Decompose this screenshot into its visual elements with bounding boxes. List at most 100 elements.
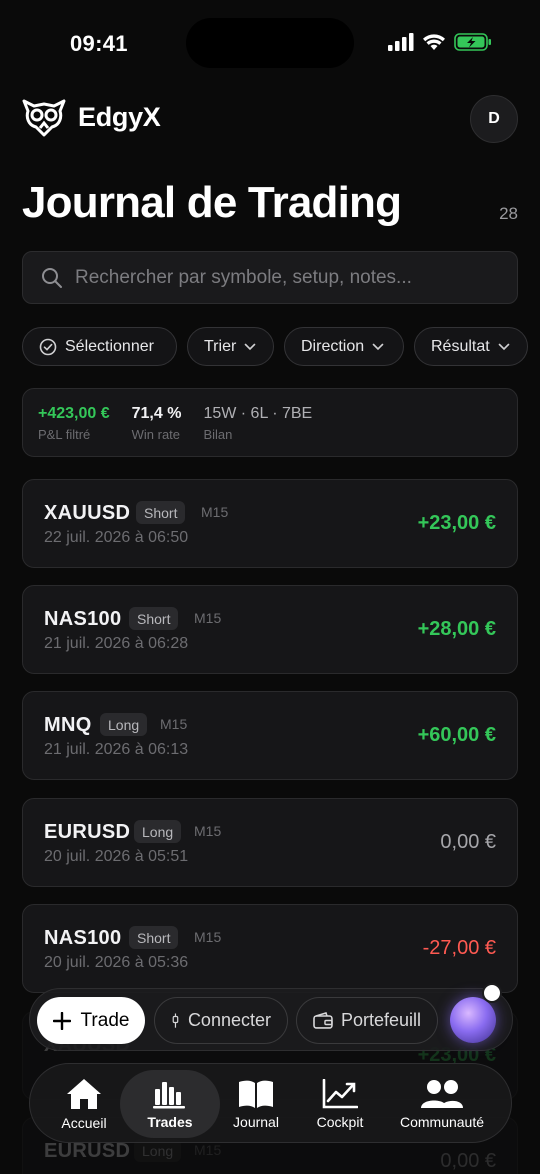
trade-date: 20 juil. 2026 à 05:51 [44,848,189,865]
chevron-down-icon [498,343,510,350]
direction-badge: Short [129,926,179,949]
trade-card[interactable]: NAS100 Short M15 21 juil. 2026 à 06:28 +… [22,585,518,674]
timeframe-label: M15 [201,504,229,520]
assistant-orb-button[interactable] [450,997,496,1043]
search-input[interactable]: Rechercher par symbole, setup, notes... [22,251,518,304]
trade-date: 21 juil. 2026 à 06:28 [44,635,189,652]
stats-summary: +423,00 € P&L filtré 71,4 % Win rate 15W… [22,388,518,457]
result-label: Résultat [431,337,490,355]
home-icon [67,1078,101,1109]
timeframe-label: M15 [194,610,222,626]
pnl-label: P&L filtré [38,427,91,442]
select-button[interactable]: Sélectionner [22,327,177,366]
tab-home-label: Accueil [61,1114,107,1131]
tab-journal[interactable]: Journal [220,1070,292,1138]
status-time: 09:41 [70,31,128,56]
direction-badge: Long [134,820,182,843]
logo[interactable]: EdgyX [22,95,161,139]
record-label: Bilan [203,427,233,442]
direction-badge: Short [129,607,179,630]
notification-dot [482,983,502,1003]
sort-label: Trier [204,337,237,355]
app-header: EdgyX D [22,95,518,143]
filter-bar: Sélectionner Trier Direction Résultat [22,327,528,366]
trend-chart-icon [322,1078,358,1108]
tab-trades[interactable]: Trades [120,1070,220,1138]
portfolio-label: Portefeuill [340,1010,421,1030]
trade-pnl: +28,00 € [417,618,496,640]
page-title: Journal de Trading [22,178,402,227]
tab-home[interactable]: Accueil [48,1070,120,1138]
status-icons [388,33,492,51]
book-icon [239,1080,273,1108]
direction-badge: Long [100,713,148,736]
users-icon [421,1079,463,1108]
chevron-down-icon [372,343,384,350]
trade-date: 22 juil. 2026 à 06:50 [44,529,189,546]
wallet-icon [313,1011,333,1029]
connect-label: Connecter [187,1010,271,1030]
tab-trades-label: Trades [147,1113,193,1130]
trade-count: 28 [499,204,518,223]
trade-pnl: 0,00 € [440,831,496,853]
sort-dropdown[interactable]: Trier [187,327,274,366]
timeframe-label: M15 [160,716,188,732]
direction-label: Direction [301,337,365,355]
search-icon [42,267,62,288]
tab-bar: Accueil Trades Journal Cockpit Communaut… [29,1063,512,1143]
portfolio-button[interactable]: Portefeuill [296,997,438,1044]
trade-symbol: EURUSD [44,821,131,843]
timeframe-label: M15 [194,823,222,839]
status-bar: 09:41 [0,0,540,88]
plus-icon [52,1011,71,1030]
add-trade-label: Trade [80,1009,130,1031]
trade-pnl: +23,00 € [417,512,496,534]
trade-pnl: +60,00 € [417,724,496,746]
direction-dropdown[interactable]: Direction [284,327,404,366]
connect-button[interactable]: Connecter [154,997,288,1044]
tab-cockpit[interactable]: Cockpit [304,1070,376,1138]
select-label: Sélectionner [65,337,154,355]
result-dropdown[interactable]: Résultat [414,327,528,366]
brand-name: EdgyX [78,101,161,132]
tab-community-label: Communauté [399,1113,485,1130]
plug-icon [172,1013,179,1028]
trade-date: 21 juil. 2026 à 06:13 [44,741,189,758]
battery-icon [454,33,491,51]
avatar[interactable]: D [470,95,518,143]
trade-card[interactable]: EURUSD Long M15 20 juil. 2026 à 05:51 0,… [22,798,518,887]
trade-card[interactable]: XAUUSD Short M15 22 juil. 2026 à 06:50 +… [22,479,518,568]
direction-badge: Short [136,501,186,524]
winrate-label: Win rate [131,427,181,442]
tab-journal-label: Journal [233,1113,279,1130]
trade-symbol: EURUSD [44,1140,131,1162]
trade-symbol: MNQ [44,714,92,736]
pnl-stat: +423,00 € P&L filtré [38,405,110,456]
trade-pnl: 0,00 € [440,1150,496,1172]
winrate-value: 71,4 % [131,405,182,422]
chevron-down-icon [244,343,256,350]
bar-chart-icon [153,1081,185,1108]
action-bar: Trade Connecter Portefeuill [29,983,513,1051]
check-circle-icon [39,338,57,355]
trade-pnl: -27,00 € [422,937,496,959]
trade-symbol: NAS100 [44,927,122,949]
signal-icon [388,33,414,51]
tab-community[interactable]: Communauté [388,1070,496,1138]
record-value: 15W · 6L · 7BE [203,405,313,422]
owl-logo-icon [22,99,66,137]
wifi-icon [423,34,445,50]
timeframe-label: M15 [194,929,222,945]
tab-cockpit-label: Cockpit [316,1113,364,1130]
add-trade-button[interactable]: Trade [37,997,145,1044]
trade-card[interactable]: NAS100 Short M15 20 juil. 2026 à 05:36 -… [22,904,518,993]
trade-symbol: NAS100 [44,608,122,630]
dynamic-island [186,18,354,68]
trade-date: 20 juil. 2026 à 05:36 [44,954,189,971]
trade-symbol: XAUUSD [44,502,131,524]
trade-card[interactable]: MNQ Long M15 21 juil. 2026 à 06:13 +60,0… [22,691,518,780]
search-placeholder: Rechercher par symbole, setup, notes... [75,266,412,288]
winrate-stat: 71,4 % Win rate [132,405,182,456]
timeframe-label: M15 [194,1142,222,1158]
pnl-value: +423,00 € [38,405,110,422]
